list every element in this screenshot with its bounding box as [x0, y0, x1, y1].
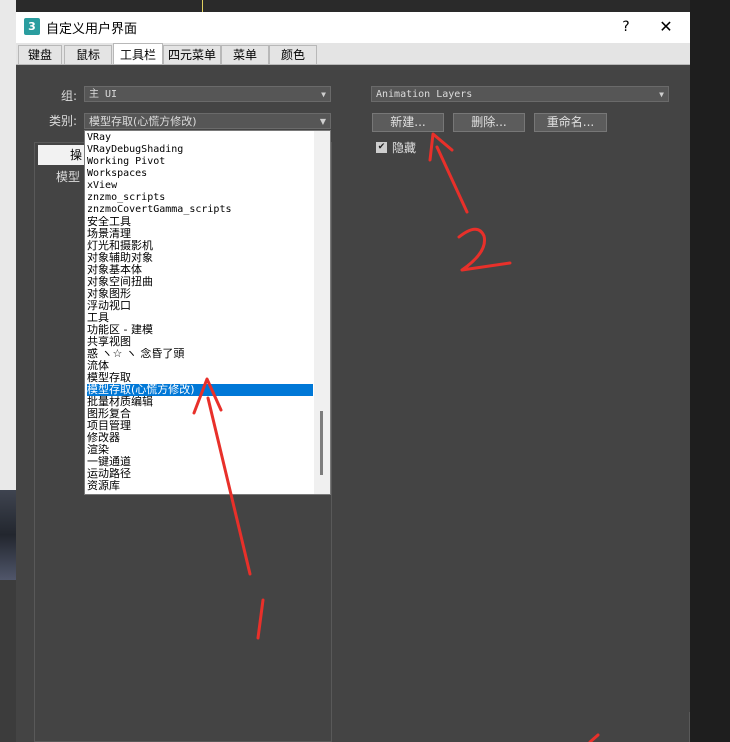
list-item[interactable]: 项目管理 [87, 420, 313, 432]
list-item[interactable]: 灯光和摄影机 [87, 240, 313, 252]
list-item[interactable]: znzmoCovertGamma_scripts [87, 204, 313, 216]
list-item[interactable]: 对象空间扭曲 [87, 276, 313, 288]
list-item[interactable]: 对象基本体 [87, 264, 313, 276]
list-item[interactable]: 对象图形 [87, 288, 313, 300]
list-item[interactable]: 安全工具 [87, 216, 313, 228]
group-dropdown-value: 主 UI [89, 89, 118, 100]
tab-keyboard[interactable]: 键盘 [18, 45, 62, 64]
chevron-down-icon: ▼ [319, 117, 326, 126]
list-item[interactable]: 模型存取(心慌方修改) [87, 384, 313, 396]
list-item[interactable]: 对象辅助对象 [87, 252, 313, 264]
scrollbar-thumb[interactable] [320, 411, 323, 475]
app-logo-icon: 3 [24, 18, 40, 35]
toolbar-dropdown[interactable]: Animation Layers ▼ [371, 86, 669, 102]
list-item[interactable]: 场景清理 [87, 228, 313, 240]
group-label: 组: [61, 89, 78, 103]
background-window [0, 0, 16, 490]
tab-mouse[interactable]: 鼠标 [64, 45, 112, 64]
action-panel-item[interactable]: 模型 [56, 168, 80, 185]
category-dropdown-list[interactable]: VRay VRayDebugShading Working Pivot Workspa… [84, 130, 331, 495]
list-item[interactable]: VRayDebugShading [87, 144, 313, 156]
list-scrollbar[interactable] [314, 131, 330, 494]
tab-colors[interactable]: 颜色 [269, 45, 317, 64]
category-label: 类别: [49, 114, 78, 128]
list-item[interactable]: 工具 [87, 312, 313, 324]
rename-toolbar-button[interactable]: 重命名... [534, 113, 607, 132]
hide-checkbox-label: 隐藏 [392, 141, 417, 155]
background-left [0, 0, 16, 742]
list-item[interactable]: 共享视图 [87, 336, 313, 348]
list-item[interactable]: 浮动视口 [87, 300, 313, 312]
background-top [16, 0, 690, 12]
list-item[interactable]: znzmo_scripts [87, 192, 313, 204]
list-item[interactable]: 资源库 [87, 480, 313, 492]
chevron-down-icon: ▼ [659, 90, 664, 99]
list-item[interactable]: 模型存取 [87, 372, 313, 384]
list-item[interactable]: 运动路径 [87, 468, 313, 480]
new-toolbar-button[interactable]: 新建... [372, 113, 444, 132]
list-item[interactable]: Working Pivot [87, 156, 313, 168]
list-item[interactable]: 惑 ヽ☆ ヽ 念昏了頭 [87, 348, 313, 360]
category-dropdown[interactable]: 模型存取(心慌方修改) ▼ [84, 113, 331, 129]
list-item[interactable]: 修改器 [87, 432, 313, 444]
window-title: 自定义用户界面 [46, 22, 138, 37]
background-viewport [0, 490, 16, 580]
panel-border [689, 712, 690, 742]
list-item[interactable]: 批量材质编辑 [87, 396, 313, 408]
tab-divider [16, 64, 690, 65]
list-item[interactable]: 流体 [87, 360, 313, 372]
help-button[interactable]: ? [614, 15, 638, 39]
background-line [202, 0, 233, 12]
list-item[interactable]: xView [87, 180, 313, 192]
category-dropdown-value: 模型存取(心慌方修改) [89, 115, 197, 128]
tab-quad-menus[interactable]: 四元菜单 [163, 45, 221, 64]
list-item[interactable]: 图形复合 [87, 408, 313, 420]
list-item[interactable]: 一键通道 [87, 456, 313, 468]
list-item[interactable]: 渲染 [87, 444, 313, 456]
list-item[interactable]: VRay [87, 132, 313, 144]
tab-toolbars[interactable]: 工具栏 [113, 43, 163, 65]
delete-toolbar-button[interactable]: 删除... [453, 113, 525, 132]
toolbar-dropdown-value: Animation Layers [376, 89, 473, 100]
list-item[interactable]: Workspaces [87, 168, 313, 180]
tab-menus[interactable]: 菜单 [221, 45, 269, 64]
group-dropdown[interactable]: 主 UI ▼ [84, 86, 331, 102]
customize-ui-dialog: 3 自定义用户界面 ? ✕ 键盘 鼠标 工具栏 四元菜单 菜单 颜色 组: 主 … [16, 12, 690, 742]
title-bar[interactable]: 3 自定义用户界面 ? ✕ [16, 12, 690, 43]
chevron-down-icon: ▼ [321, 90, 326, 99]
hide-checkbox[interactable]: ✔ [376, 142, 387, 153]
list-item[interactable]: 功能区 - 建模 [87, 324, 313, 336]
background-right [690, 0, 730, 742]
action-panel-tab[interactable]: 操 [38, 145, 84, 165]
close-button[interactable]: ✕ [652, 15, 680, 39]
tab-bar: 键盘 鼠标 工具栏 四元菜单 菜单 颜色 [16, 43, 690, 65]
